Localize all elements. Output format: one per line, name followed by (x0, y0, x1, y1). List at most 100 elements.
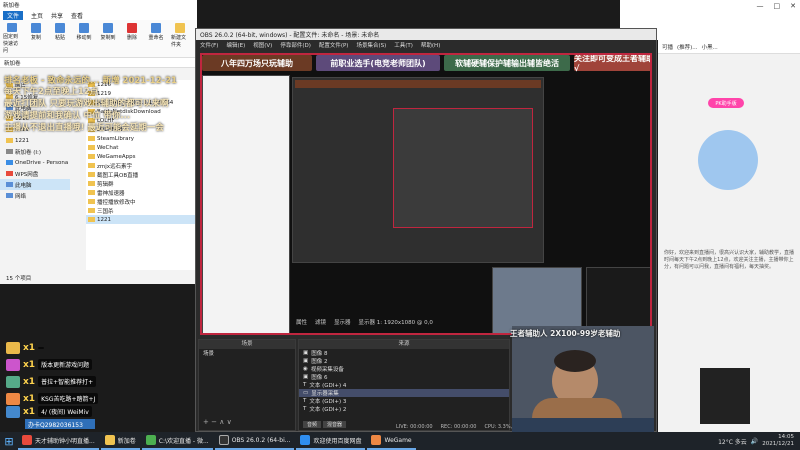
nav-item[interactable]: OneDrive - Persona (0, 157, 70, 168)
gift-item: x1 版本更新游戏问题 (6, 357, 116, 372)
nav-item[interactable]: 网络 (0, 190, 70, 201)
sources-panel: 来源 ▣ 图像 8 ▣ 图像 2 ◉ 视频采集设备 ▣ 图像 6 T 文本 (GDI+) … (298, 339, 510, 431)
tab-home[interactable]: 主页 (31, 11, 43, 20)
obs-preview[interactable]: 八年四万场只玩辅助 前职业选手(电竞老师团队) 软辅硬辅保护辅输出辅皆绝活 关注… (200, 53, 652, 335)
banner: 软辅硬辅保护辅输出辅皆绝活 (444, 55, 570, 71)
nav-item[interactable]: 新加卷 (I:) (0, 146, 70, 157)
taskbar-item[interactable]: 新加卷 (100, 432, 140, 450)
gift-icon (6, 405, 20, 418)
menu-scene-collection[interactable]: 场景集合(S) (356, 41, 386, 49)
taskbar-item[interactable]: 欢迎使用百度网盘 (296, 432, 366, 450)
nav-item[interactable]: WPS网盘 (0, 168, 70, 179)
camera-icon: ◉ (303, 366, 308, 372)
maximize-icon[interactable]: □ (774, 2, 781, 10)
overlay-line: 主播从不退出直播哦! 最近可能会延期一会 (4, 123, 164, 133)
display-select[interactable]: 显示器 1: 1920x1080 @ 0,0 (359, 318, 433, 326)
filters-button[interactable]: 滤镜 (315, 318, 326, 326)
nav-item[interactable]: 1221 (0, 135, 70, 146)
source-item[interactable]: T 文本 (GDI+) 3 (299, 397, 509, 405)
gift-icon (6, 392, 20, 405)
folder-icon (88, 172, 95, 177)
browser-article-text: 你好，欢迎来到直播间，很高兴认识大家，辅助教学，直播时间每天下午2点到晚上12点… (664, 250, 795, 270)
pc-icon (6, 182, 13, 187)
nested-obs-preview (292, 77, 544, 263)
list-item[interactable]: zmjx远石素宇 (86, 161, 197, 170)
source-item[interactable]: T 文本 (GDI+) 4 (299, 381, 509, 389)
copy-to-button[interactable]: 复制到 (99, 23, 117, 54)
cloud-icon (6, 160, 13, 165)
taskbar-item[interactable]: C:\欢迎直播 - 微... (141, 432, 213, 450)
properties-button[interactable]: 属性 (296, 318, 307, 326)
source-item[interactable]: T 文本 (GDI+) 2 (299, 405, 509, 413)
source-item[interactable]: ▣ 图像 6 (299, 373, 509, 381)
windows-start-icon[interactable]: ⊞ (0, 432, 18, 450)
menu-edit[interactable]: 编辑(E) (226, 41, 245, 49)
source-item[interactable]: ▭ 显示器采集 (299, 389, 509, 397)
address-bar[interactable]: 新加卷 (0, 58, 197, 68)
obs-menubar: 文件(F) 编辑(E) 视图(V) 停靠部件(D) 配置文件(P) 场景集合(S… (196, 40, 656, 50)
menu-profile[interactable]: 配置文件(P) (319, 41, 349, 49)
browser-tab[interactable]: (推荐)... (677, 43, 698, 51)
pk-badge[interactable]: PK助手版 (708, 98, 744, 108)
taskbar-item[interactable]: OBS 26.0.2 (64-bi... (214, 432, 295, 450)
browser-tab[interactable]: 可播 (662, 43, 673, 51)
mascot-image (698, 130, 758, 190)
delete-button[interactable]: 删除 (123, 23, 141, 54)
tab-file[interactable]: 文件 (3, 10, 24, 20)
scene-item[interactable]: 场景 (199, 349, 295, 357)
source-item[interactable]: ▣ 图像 2 (299, 357, 509, 365)
pin-button[interactable]: 固定到快速访问 (3, 23, 21, 54)
menu-view[interactable]: 视图(V) (253, 41, 272, 49)
menu-docks[interactable]: 停靠部件(D) (280, 41, 311, 49)
image-icon: ▣ (303, 350, 309, 356)
menu-help[interactable]: 帮助(H) (421, 41, 440, 49)
list-item[interactable]: 播控播放修改中 (86, 197, 197, 206)
list-item[interactable]: WeChat (86, 143, 197, 152)
copy-button[interactable]: 复制 (27, 23, 45, 54)
rename-button[interactable]: 重命名 (147, 23, 165, 54)
window-controls: — □ ✕ (757, 2, 797, 10)
scenes-header: 场景 (199, 340, 295, 349)
folder-icon (88, 163, 95, 168)
taskbar: ⊞ 天才辅助钟小明直播... 新加卷 C:\欢迎直播 - 微... OBS 26… (0, 432, 800, 450)
monitor-icon: ▭ (303, 390, 309, 396)
tab-share[interactable]: 共享 (51, 11, 63, 20)
folder-icon (88, 136, 95, 141)
nav-item[interactable]: 此电脑 (0, 179, 70, 190)
taskbar-item[interactable]: 天才辅助钟小明直播... (18, 432, 99, 450)
close-icon[interactable]: ✕ (790, 2, 796, 10)
taskbar-item[interactable]: WeGame (367, 432, 416, 450)
list-item[interactable]: 剪辑群 (86, 179, 197, 188)
folder-icon (88, 154, 95, 159)
volume-icon[interactable]: 🔊 (751, 438, 758, 445)
list-item[interactable]: 雷神加速器 (86, 188, 197, 197)
app-icon (22, 435, 32, 445)
source-item[interactable]: ◉ 视频采集设备 (299, 365, 509, 373)
list-item[interactable]: 1221 (86, 215, 197, 224)
list-item[interactable]: WeGameApps (86, 152, 197, 161)
source-item[interactable]: ▣ 图像 8 (299, 349, 509, 357)
tab-view[interactable]: 查看 (71, 11, 83, 20)
pin-icon (7, 23, 17, 32)
obs-title: OBS 26.0.2 (64-bit, windows) - 配置文件: 未命名… (196, 29, 656, 40)
delete-icon (127, 23, 137, 33)
text-icon: T (303, 406, 307, 412)
list-item[interactable]: 三国杀 (86, 206, 197, 215)
move-to-button[interactable]: 移动到 (75, 23, 93, 54)
gift-item: x1 (6, 340, 116, 355)
new-folder-button[interactable]: 新建文件夹 (171, 23, 189, 54)
list-item[interactable]: SteamLibrary (86, 134, 197, 143)
cloud-icon (300, 435, 311, 445)
paste-button[interactable]: 粘贴 (51, 23, 69, 54)
menu-tools[interactable]: 工具(T) (394, 41, 413, 49)
weather[interactable]: 12°C 多云 (718, 437, 747, 446)
clock[interactable]: 14:05 2021/12/21 (762, 434, 794, 448)
menu-file[interactable]: 文件(F) (200, 41, 218, 49)
webcam-caption: 王者辅助人 2X100-99岁老辅助 (510, 329, 621, 338)
browser-tab[interactable]: 小黑... (702, 43, 718, 51)
nested-banner (295, 80, 541, 88)
sources-header: 来源 (299, 340, 509, 349)
gift-icon (6, 375, 20, 388)
minimize-icon[interactable]: — (757, 2, 764, 10)
list-item[interactable]: 截图工具OB直播 (86, 170, 197, 179)
